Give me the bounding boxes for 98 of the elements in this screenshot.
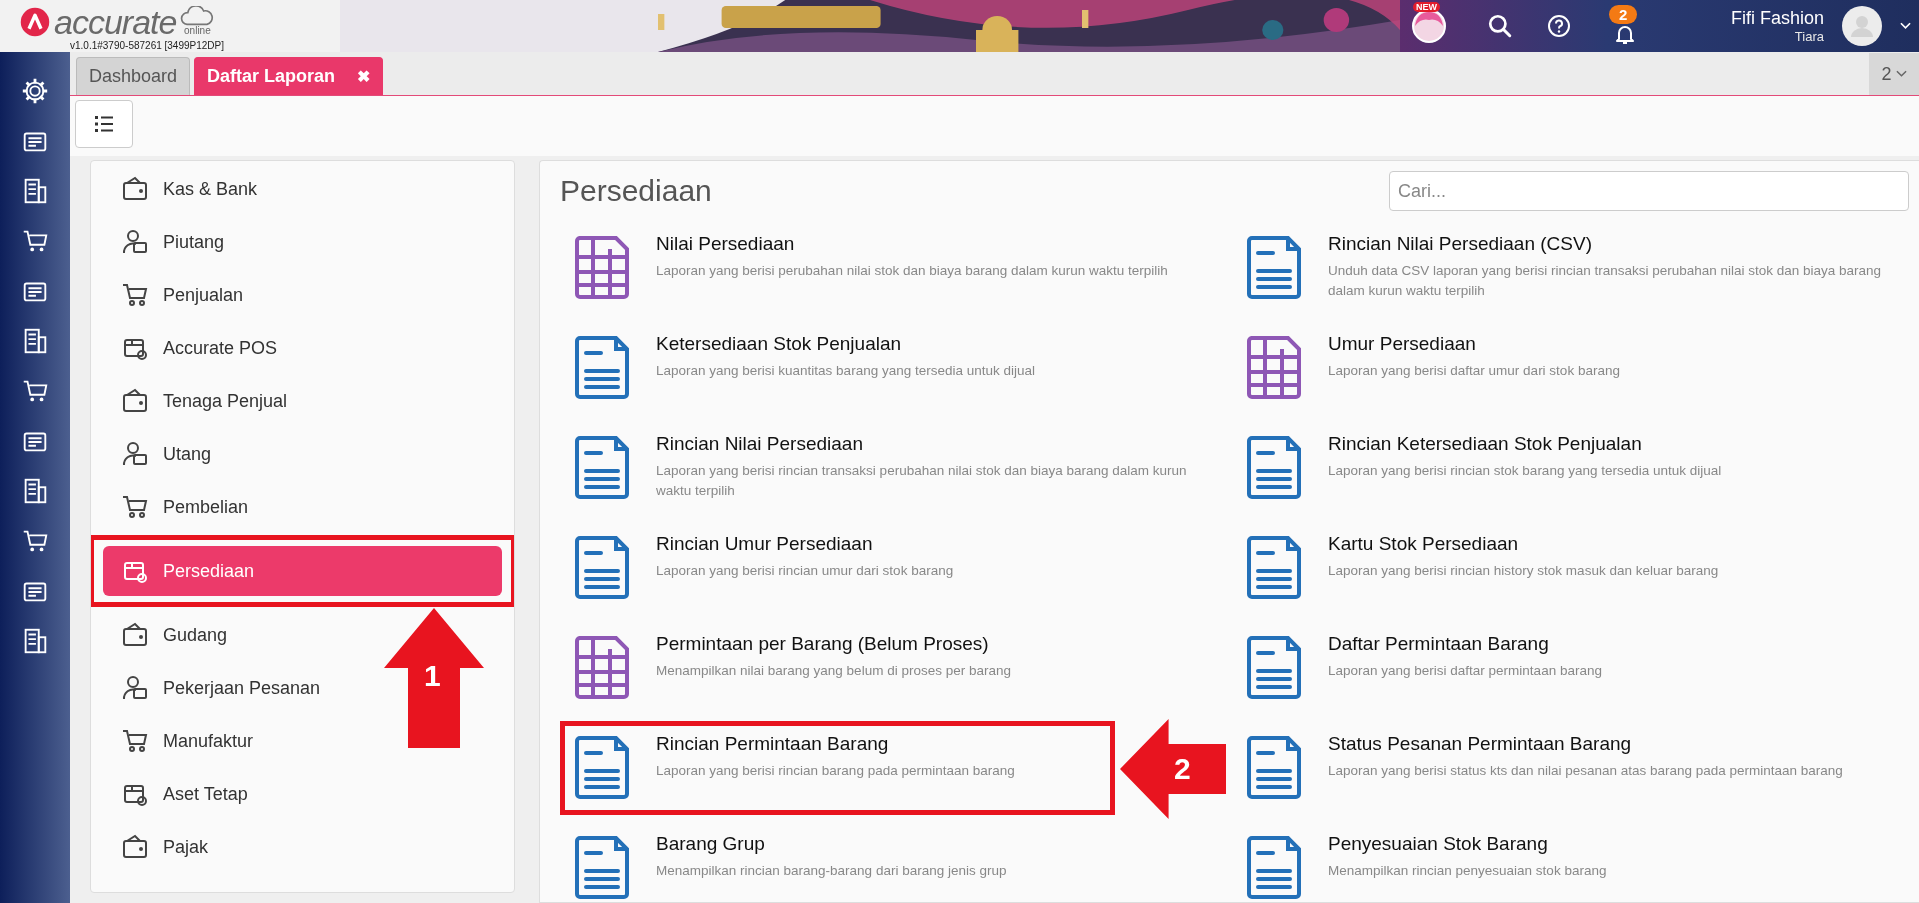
report-title: Rincian Nilai Persediaan (CSV) [1328, 233, 1593, 255]
category-item[interactable]: Persediaan [103, 546, 502, 596]
list-icon [94, 115, 114, 133]
report-item[interactable]: Ketersediaan Stok Penjualan Laporan yang berisi kuantitas barang yang tersedia untuk dijual [560, 321, 1232, 415]
category-item[interactable]: Manufaktur [103, 716, 272, 766]
document-report-icon [1246, 535, 1302, 599]
tab[interactable]: Daftar Laporan ✖ [194, 57, 384, 95]
report-title: Rincian Umur Persediaan [656, 533, 874, 555]
help-button[interactable] [1546, 14, 1571, 38]
report-item[interactable]: Barang Grup Menampilkan rincian barang-barang dari barang jenis grup [560, 821, 1232, 903]
report-description: Laporan yang berisi daftar permintaan barang [1328, 662, 1602, 680]
logo-subtitle: online [184, 26, 211, 36]
category-item[interactable]: Pembelian [103, 482, 267, 532]
report-title: Kartu Stok Persediaan [1328, 533, 1520, 555]
document-report-icon [1246, 435, 1302, 499]
category-item[interactable]: Pekerjaan Pesanan [103, 663, 339, 713]
category-item[interactable]: Penjualan [103, 270, 262, 320]
report-description: Laporan yang berisi rincian barang pada permintaan barang [656, 762, 1015, 780]
category-item[interactable]: Tenaga Penjual [103, 376, 306, 426]
report-title: Barang Grup [656, 833, 766, 855]
version-text: v1.0.1#3790-587261 [3499P12DP] [70, 40, 225, 52]
table-report-icon [574, 635, 630, 699]
report-description: Laporan yang berisi perubahan nilai stok dan biaya barang dalam kurun waktu terpilih [656, 262, 1168, 280]
search-icon [1486, 13, 1513, 39]
tab-count-dropdown[interactable]: 2 [1869, 53, 1919, 95]
document-report-icon [1246, 735, 1302, 799]
document-report-icon [574, 435, 630, 499]
report-description: Laporan yang berisi rincian stok barang yang tersedia untuk dijual [1328, 462, 1722, 480]
report-description: Menampilkan nilai barang yang belum di proses per barang [656, 662, 1011, 680]
report-description: Laporan yang berisi status kts dan nilai pesanan atas barang pada permintaan barang [1328, 762, 1843, 780]
list-view-button[interactable] [75, 100, 133, 148]
report-description: Unduh data CSV laporan yang berisi rincian transaksi perubahan nilai stok dan biaya barang dalam kurun waktu terpilih [1328, 262, 1883, 300]
report-title: Penyesuaian Stok Barang [1328, 833, 1549, 855]
report-item[interactable]: Kartu Stok Persediaan Laporan yang berisi rincian history stok masuk dan keluar barang [1232, 521, 1909, 615]
report-description: Laporan yang berisi daftar umur dari stok barang [1328, 362, 1620, 380]
document-report-icon [574, 535, 630, 599]
report-item[interactable]: Rincian Ketersediaan Stok Penjualan Laporan yang berisi rincian stok barang yang tersedia untuk dijual [1232, 421, 1909, 515]
report-item[interactable]: Rincian Nilai Persediaan (CSV) Unduh data CSV laporan yang berisi rincian transaksi perubahan nilai stok dan biaya barang dalam kurun waktu terpilih [1232, 221, 1909, 315]
report-item[interactable]: Status Pesanan Permintaan Barang Laporan yang berisi status kts dan nilai pesanan atas barang pada permintaan barang [1232, 721, 1909, 815]
report-description: Laporan yang berisi rincian transaksi perubahan nilai stok dan biaya barang dalam kurun waktu terpilih [656, 462, 1188, 500]
section-title: Persediaan [560, 174, 712, 208]
report-description: Menampilkan rincian barang-barang dari barang jenis grup [656, 862, 1007, 880]
report-item[interactable]: Rincian Umur Persediaan Laporan yang berisi rincian umur dari stok barang [560, 521, 1232, 615]
report-item[interactable]: Umur Persediaan Laporan yang berisi daftar umur dari stok barang [1232, 321, 1909, 415]
report-item[interactable]: Rincian Nilai Persediaan Laporan yang berisi rincian transaksi perubahan nilai stok dan biaya barang dalam kurun waktu terpilih [560, 421, 1232, 515]
callout-number: 1 [424, 660, 441, 692]
report-title: Permintaan per Barang (Belum Proses) [656, 633, 990, 655]
logo-text: accurate [54, 4, 177, 40]
category-item[interactable]: Utang [103, 429, 230, 479]
report-title: Umur Persediaan [1328, 333, 1477, 355]
settings-icon[interactable] [20, 76, 50, 106]
table-report-icon [574, 235, 630, 299]
company-name: Fifi Fashion [1730, 7, 1824, 29]
document-report-icon [1246, 635, 1302, 699]
report-title: Rincian Ketersediaan Stok Penjualan [1328, 433, 1643, 455]
report-description: Menampilkan rincian penyesuaian stok barang [1328, 862, 1607, 880]
search-field[interactable]: Cari... [1389, 171, 1909, 211]
wallet-icon [121, 175, 149, 203]
report-title: Rincian Nilai Persediaan [656, 433, 864, 455]
new-badge: NEW [1412, 2, 1440, 12]
report-description: Laporan yang berisi rincian umur dari stok barang [656, 562, 954, 580]
cloud-icon [180, 6, 215, 26]
report-item-highlight[interactable]: Rincian Permintaan Barang Laporan yang berisi rincian barang pada permintaan barang [560, 721, 1115, 815]
report-item[interactable]: Nilai Persediaan Laporan yang berisi perubahan nilai stok dan biaya barang dalam kurun waktu terpilih [560, 221, 1232, 315]
report-title: Nilai Persediaan [656, 233, 796, 255]
report-title: Rincian Permintaan Barang [656, 733, 890, 755]
table-report-icon [1246, 335, 1302, 399]
category-item[interactable]: Aset Tetap [103, 769, 266, 819]
cart-icon [121, 281, 149, 309]
callout-number: 2 [1174, 753, 1191, 785]
report-item[interactable]: Permintaan per Barang (Belum Proses) Menampilkan nilai barang yang belum di proses per barang [560, 621, 1232, 715]
category-item[interactable]: Pajak [103, 822, 227, 872]
report-title: Ketersediaan Stok Penjualan [656, 333, 903, 355]
category-item[interactable]: Kas & Bank [103, 164, 276, 214]
notification-count: 2 [1608, 5, 1638, 24]
report-item[interactable]: Penyesuaian Stok Barang Menampilkan rincian penyesuaian stok barang [1232, 821, 1909, 903]
logo-icon [20, 7, 50, 37]
document-report-icon [574, 735, 630, 799]
user-name: Tiara [1794, 29, 1824, 45]
category-item[interactable]: Gudang [103, 610, 246, 660]
avatar-icon[interactable] [1842, 6, 1882, 46]
help-icon [1546, 14, 1571, 38]
document-report-icon [1246, 235, 1302, 299]
report-description: Laporan yang berisi kuantitas barang yang tersedia untuk dijual [656, 362, 1035, 380]
report-title: Daftar Permintaan Barang [1328, 633, 1550, 655]
tab[interactable]: Dashboard [76, 57, 191, 95]
report-description: Laporan yang berisi rincian history stok masuk dan keluar barang [1328, 562, 1719, 580]
category-item[interactable]: Piutang [103, 217, 243, 267]
chevron-down-icon [1895, 70, 1907, 78]
document-report-icon [574, 335, 630, 399]
close-icon[interactable]: ✖ [357, 67, 371, 86]
document-report-icon [574, 835, 630, 899]
report-title: Status Pesanan Permintaan Barang [1328, 733, 1633, 755]
category-item[interactable]: Accurate POS [103, 323, 296, 373]
search-button[interactable] [1486, 13, 1513, 39]
chevron-down-icon[interactable] [1900, 22, 1911, 30]
document-report-icon [1246, 835, 1302, 899]
report-item[interactable]: Daftar Permintaan Barang Laporan yang berisi daftar permintaan barang [1232, 621, 1909, 715]
